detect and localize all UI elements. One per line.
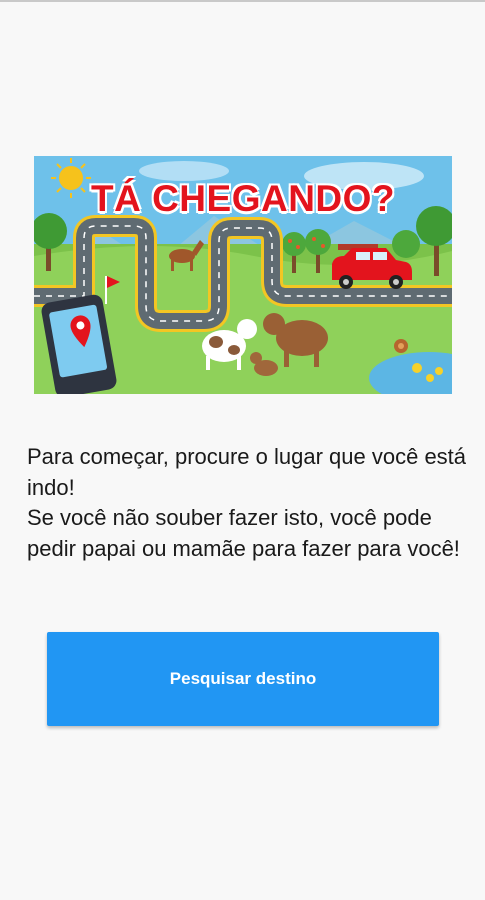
orange-tree [282,232,306,256]
fruit [321,244,325,248]
fruit [288,239,292,243]
tree [392,230,420,258]
fruit [312,237,316,241]
instructions-text: Para começar, procure o lugar que você e… [27,444,467,561]
snail [394,339,408,353]
banner-title: TÁ CHEGANDO? [90,178,396,219]
fruit [296,245,300,249]
banner-illustration: TÁ CHEGANDO? [34,156,452,394]
orange-tree [305,229,331,255]
status-divider [0,0,485,2]
flag-pole [105,276,107,304]
search-destination-button[interactable]: Pesquisar destino [47,632,439,726]
